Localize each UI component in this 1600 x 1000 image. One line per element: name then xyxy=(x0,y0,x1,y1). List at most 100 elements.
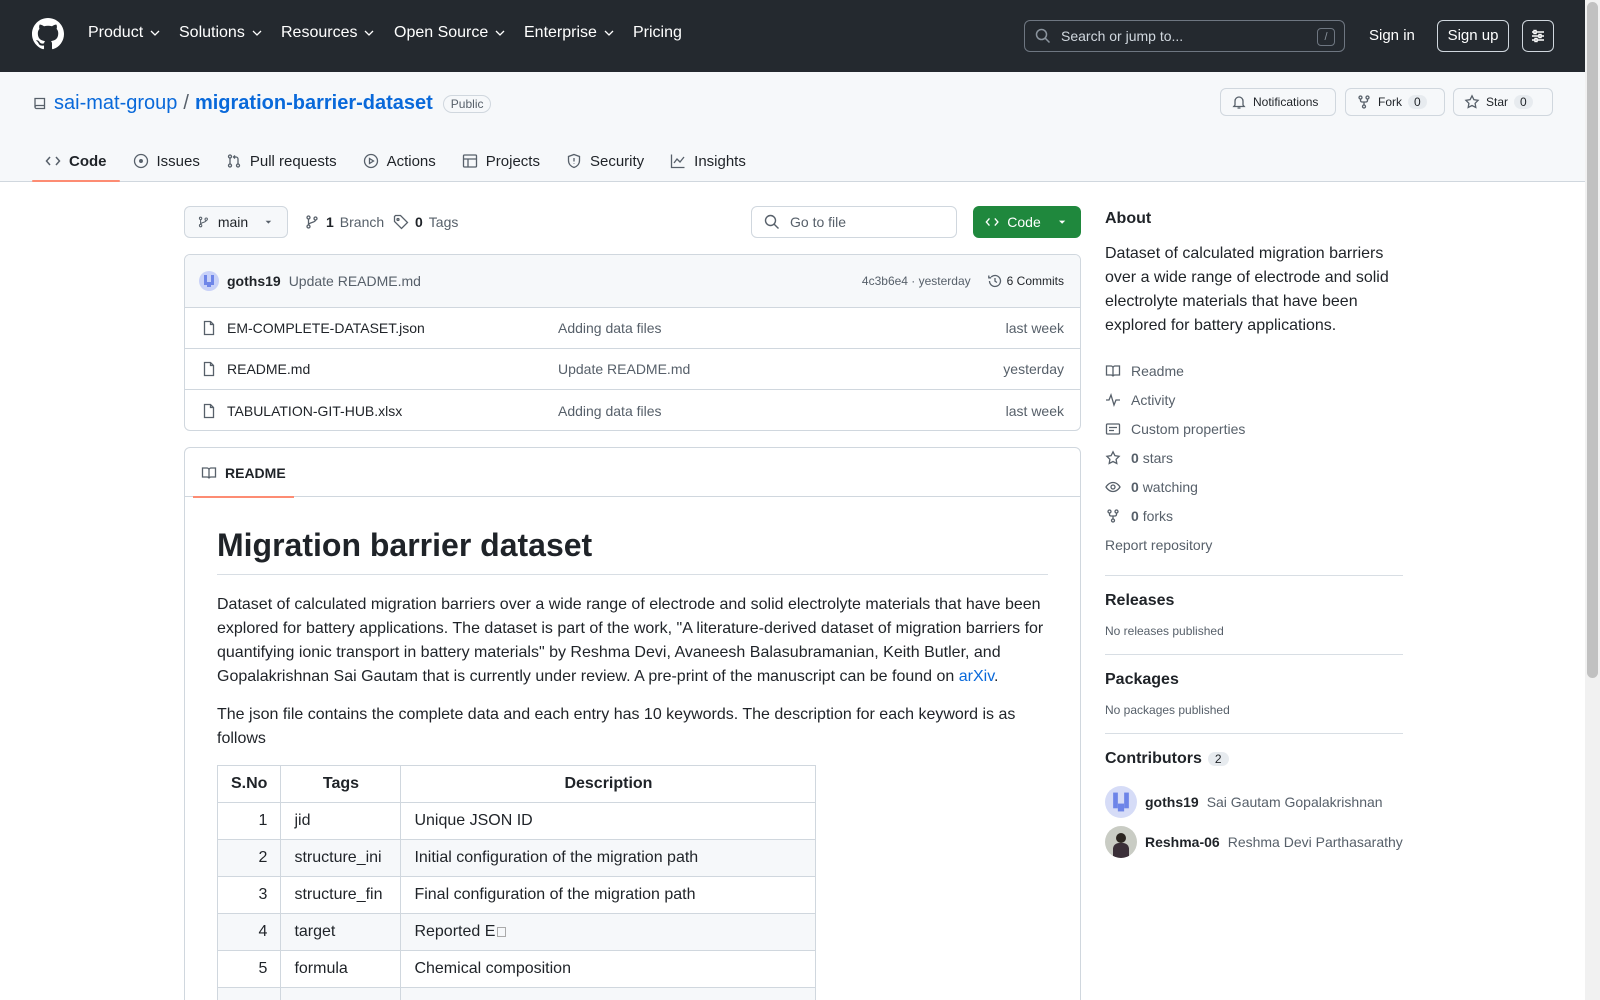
notifications-button[interactable]: Notifications xyxy=(1220,88,1336,116)
repo-icon xyxy=(34,97,46,109)
watching-count: 0 xyxy=(1131,478,1139,495)
keyword-table: S.No Tags Description 1 jid Unique JSON ID… xyxy=(216,765,817,1000)
fork-label: Fork xyxy=(1378,95,1402,109)
nav-enterprise[interactable]: Enterprise xyxy=(524,24,615,42)
slash-shortcut: / xyxy=(1317,28,1335,46)
contributors-heading[interactable]: Contributors 2 xyxy=(1105,750,1403,768)
file-name[interactable]: TABULATION-GIT-HUB.xlsx xyxy=(227,403,558,419)
nav-enterprise-label: Enterprise xyxy=(524,24,597,41)
github-logo-icon[interactable] xyxy=(32,18,64,50)
nav-solutions[interactable]: Solutions xyxy=(179,24,263,42)
repo-name-link[interactable]: migration-barrier-dataset xyxy=(195,92,433,115)
commit-author[interactable]: goths19 xyxy=(227,273,281,289)
contributors-section: Contributors 2 goths19 Sai Gautam Gopalak… xyxy=(1105,733,1403,862)
fork-button[interactable]: Fork 0 xyxy=(1345,88,1445,116)
table-header: Description xyxy=(400,765,817,803)
activity-link[interactable]: Activity xyxy=(1105,385,1403,414)
file-commit-message[interactable]: Adding data files xyxy=(558,403,662,419)
arxiv-link[interactable]: arXiv xyxy=(959,668,994,685)
table-row xyxy=(216,987,817,1000)
note-icon xyxy=(1105,422,1121,435)
file-row[interactable]: EM-COMPLETE-DATASET.json Adding data fil… xyxy=(185,308,1080,349)
tab-issues[interactable]: Issues xyxy=(120,142,213,180)
sign-up-button[interactable]: Sign up xyxy=(1437,20,1509,52)
issue-icon xyxy=(133,153,148,169)
packages-heading[interactable]: Packages xyxy=(1105,671,1403,689)
tab-pull-requests[interactable]: Pull requests xyxy=(213,142,350,180)
tab-code[interactable]: Code xyxy=(32,142,120,182)
table-cell: Initial configuration of the migration p… xyxy=(400,839,817,877)
nav-open-source[interactable]: Open Source xyxy=(394,24,506,42)
file-row[interactable]: README.md Update README.md yesterday xyxy=(185,349,1080,390)
releases-heading[interactable]: Releases xyxy=(1105,592,1403,610)
file-name[interactable]: EM-COMPLETE-DATASET.json xyxy=(227,320,558,336)
missing-glyph-icon xyxy=(497,926,507,937)
chevron-down-icon xyxy=(252,30,262,36)
table-cell: structure_fin xyxy=(280,876,402,914)
tab-actions[interactable]: Actions xyxy=(350,142,449,180)
sign-in-link[interactable]: Sign in xyxy=(1369,27,1415,44)
nav-open-source-label: Open Source xyxy=(394,24,489,41)
file-age: last week xyxy=(1005,320,1064,336)
commits-count: 6 Commits xyxy=(1006,274,1064,288)
tab-projects[interactable]: Projects xyxy=(449,142,553,180)
commit-hash[interactable]: 4c3b6e4 · yesterday xyxy=(862,274,971,288)
file-row[interactable]: TABULATION-GIT-HUB.xlsx Adding data file… xyxy=(185,390,1080,430)
tag-icon xyxy=(393,214,409,230)
star-icon xyxy=(1464,94,1480,109)
search-placeholder: Search or jump to... xyxy=(1061,28,1184,44)
branch-icon xyxy=(198,216,208,228)
forks-link[interactable]: 0 forks xyxy=(1105,501,1403,530)
commit-meta: 4c3b6e4 · yesterday 6 Commits xyxy=(862,273,1064,289)
contributor-item[interactable]: goths19 Sai Gautam Gopalakrishnan xyxy=(1105,782,1403,822)
custom-properties-link[interactable]: Custom properties xyxy=(1105,414,1403,443)
tab-security[interactable]: Security xyxy=(553,142,657,180)
star-button[interactable]: Star 0 xyxy=(1453,88,1553,116)
contributor-item[interactable]: Reshma-06 Reshma Devi Parthasarathy xyxy=(1105,822,1403,862)
releases-note: No releases published xyxy=(1105,624,1224,638)
code-download-button[interactable]: Code xyxy=(973,206,1081,238)
table-row: 1 jid Unique JSON ID xyxy=(216,802,817,840)
star-count: 0 xyxy=(1514,95,1533,109)
commit-message[interactable]: Update README.md xyxy=(289,273,421,289)
readme-link[interactable]: Readme xyxy=(1105,356,1403,385)
contributor-name: Reshma Devi Parthasarathy xyxy=(1227,834,1403,850)
nav-pricing[interactable]: Pricing xyxy=(633,24,682,42)
file-name[interactable]: README.md xyxy=(227,361,558,377)
tab-readme[interactable]: README xyxy=(193,448,294,498)
tags-link[interactable]: 0 Tags xyxy=(393,214,458,230)
watching-link[interactable]: 0 watching xyxy=(1105,472,1403,501)
about-heading: About xyxy=(1105,210,1152,227)
file-icon xyxy=(203,320,215,336)
page-scrollbar-thumb[interactable] xyxy=(1587,2,1598,678)
code-icon xyxy=(985,217,999,227)
report-repository-link[interactable]: Report repository xyxy=(1105,530,1403,559)
fork-icon xyxy=(1107,508,1119,523)
triangle-down-icon xyxy=(1058,220,1065,224)
notifications-label: Notifications xyxy=(1253,95,1319,109)
stars-link[interactable]: 0 stars xyxy=(1105,443,1403,472)
chevron-down-icon xyxy=(150,30,160,36)
graph-icon xyxy=(671,154,685,169)
file-commit-message[interactable]: Update README.md xyxy=(558,361,690,377)
commits-link[interactable]: 6 Commits xyxy=(987,273,1064,289)
nav-product[interactable]: Product xyxy=(88,24,161,42)
nav-resources[interactable]: Resources xyxy=(281,24,375,42)
table-header: Tags xyxy=(280,765,402,803)
branch-select-button[interactable]: main xyxy=(184,206,288,238)
tab-insights[interactable]: Insights xyxy=(657,142,759,180)
settings-menu-button[interactable] xyxy=(1522,20,1554,52)
global-search-input[interactable]: Search or jump to... / xyxy=(1024,20,1345,52)
stars-label: stars xyxy=(1142,449,1174,466)
branches-link[interactable]: 1 Branch xyxy=(304,214,384,230)
file-commit-message[interactable]: Adding data files xyxy=(558,320,662,336)
shield-icon xyxy=(567,153,581,169)
repo-owner-link[interactable]: sai-mat-group xyxy=(54,92,177,115)
readme-title: Migration barrier dataset xyxy=(217,527,1048,575)
table-cell: formula xyxy=(280,950,402,988)
identicon-icon xyxy=(1113,792,1129,812)
go-to-file-input[interactable]: Go to file xyxy=(751,206,957,238)
book-icon xyxy=(1105,364,1121,377)
table-cell: jid xyxy=(280,802,402,840)
avatar[interactable] xyxy=(199,271,219,291)
